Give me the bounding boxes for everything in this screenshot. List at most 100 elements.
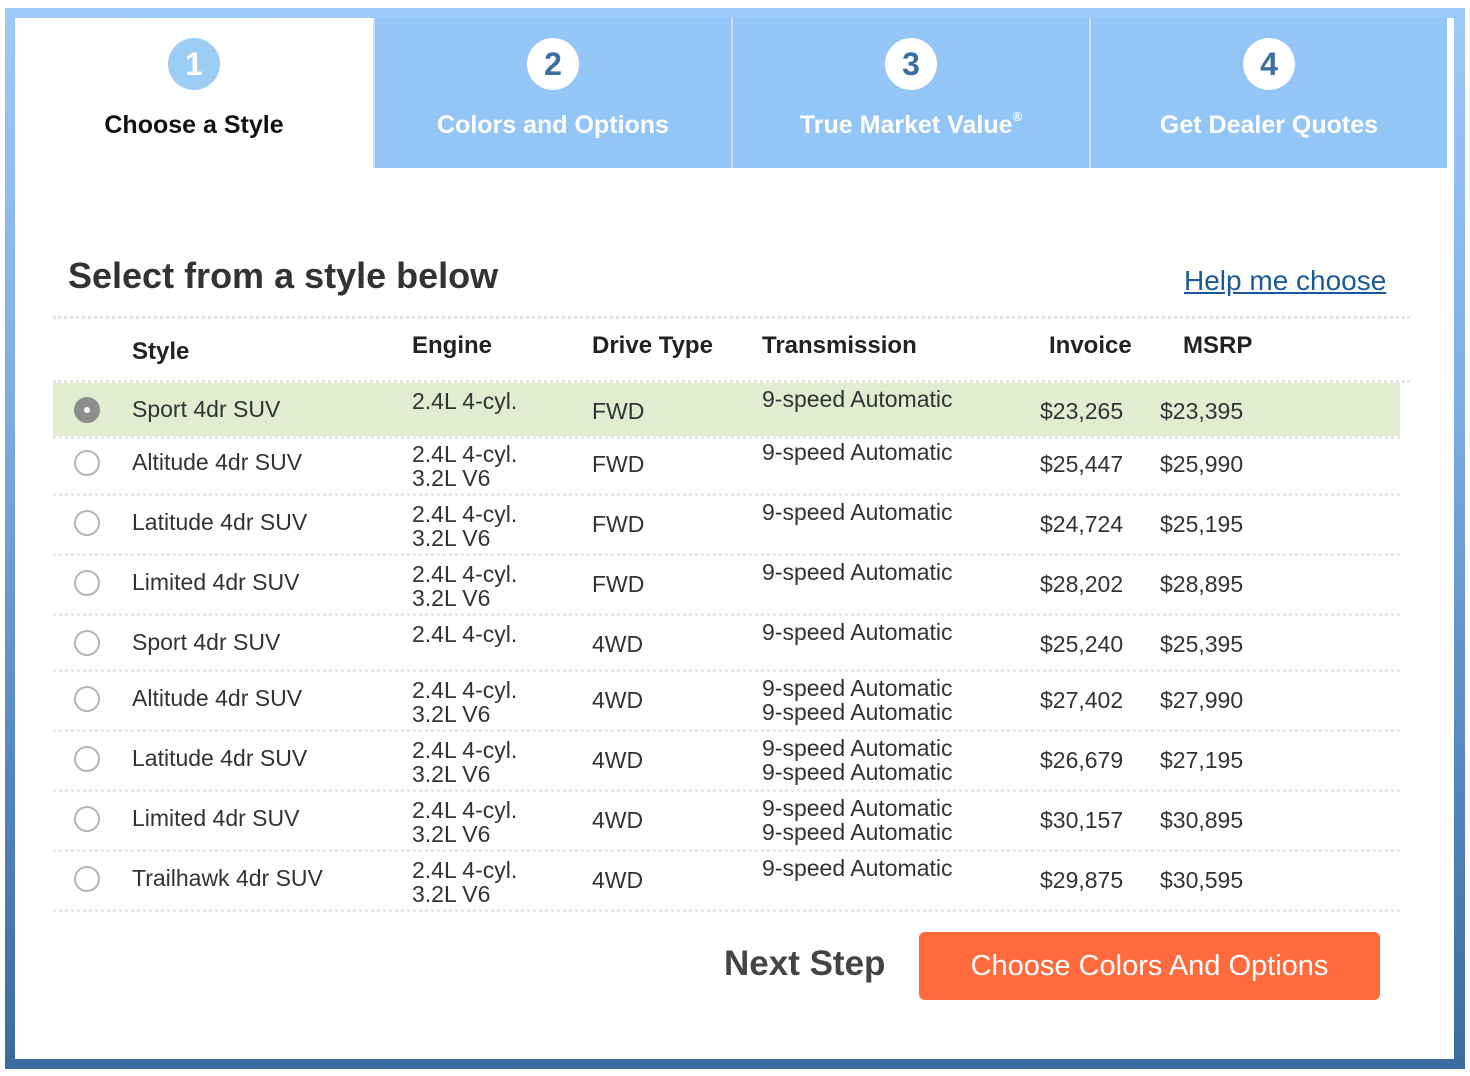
engine-cell: 2.4L 4-cyl. 3.2L V6 [412, 858, 517, 906]
registered-mark: ® [1012, 109, 1023, 124]
style-radio[interactable] [74, 397, 100, 423]
engine-cell: 2.4L 4-cyl. 3.2L V6 [412, 798, 517, 846]
table-row[interactable]: Sport 4dr SUV 2.4L 4-cyl. FWD 9-speed Autom… [53, 383, 1400, 439]
transmission-cell: 9-speed Automatic [762, 856, 953, 880]
msrp-price: $23,395 [1160, 398, 1244, 424]
step-label: Get Dealer Quotes [1159, 111, 1379, 139]
engine-cell: 2.4L 4-cyl. [412, 389, 517, 413]
engine-cell: 2.4L 4-cyl. 3.2L V6 [412, 502, 517, 550]
style-name: Sport 4dr SUV [132, 396, 281, 422]
engine-option: 3.2L V6 [412, 881, 491, 907]
drive-type: FWD [592, 451, 645, 477]
transmission-cell: 9-speed Automatic 9-speed Automatic [762, 796, 953, 844]
transmission-option: 9-speed Automatic [762, 735, 953, 761]
engine-cell: 2.4L 4-cyl. 3.2L V6 [412, 562, 517, 610]
style-name: Latitude 4dr SUV [132, 745, 308, 771]
msrp-price: $27,195 [1160, 747, 1244, 773]
column-header-style: Style [132, 338, 190, 365]
drive-type: 4WD [592, 807, 644, 833]
engine-cell: 2.4L 4-cyl. 3.2L V6 [412, 442, 517, 490]
msrp-price: $25,395 [1160, 631, 1244, 657]
row-divider [53, 909, 1400, 912]
step-tab-dealer-quotes[interactable]: 4 Get Dealer Quotes [1089, 18, 1447, 168]
invoice-price: $26,679 [1040, 747, 1124, 773]
help-me-choose-link[interactable]: Help me choose [1184, 265, 1386, 297]
style-radio[interactable] [74, 570, 100, 596]
style-radio[interactable] [74, 510, 100, 536]
column-header-msrp: MSRP [1183, 332, 1253, 359]
style-name: Sport 4dr SUV [132, 629, 281, 655]
transmission-cell: 9-speed Automatic [762, 500, 953, 524]
transmission-cell: 9-speed Automatic 9-speed Automatic [762, 736, 953, 784]
invoice-price: $25,240 [1040, 631, 1124, 657]
choose-colors-options-button[interactable]: Choose Colors And Options [919, 932, 1380, 1000]
transmission-cell: 9-speed Automatic 9-speed Automatic [762, 676, 953, 724]
style-radio[interactable] [74, 630, 100, 656]
style-name: Altitude 4dr SUV [132, 449, 303, 475]
engine-cell: 2.4L 4-cyl. 3.2L V6 [412, 678, 517, 726]
style-name: Trailhawk 4dr SUV [132, 865, 323, 891]
step-number-badge: 4 [1243, 38, 1295, 90]
engine-option: 2.4L 4-cyl. [412, 857, 518, 883]
table-row[interactable]: Trailhawk 4dr SUV 2.4L 4-cyl. 3.2L V6 4WD 9-… [53, 852, 1400, 912]
transmission-option: 9-speed Automatic [762, 559, 953, 585]
engine-option: 2.4L 4-cyl. [412, 441, 518, 467]
invoice-price: $25,447 [1040, 451, 1124, 477]
style-radio[interactable] [74, 746, 100, 772]
step-label: Colors and Options [437, 111, 669, 139]
engine-option: 2.4L 4-cyl. [412, 737, 518, 763]
drive-type: 4WD [592, 631, 644, 657]
step-tab-choose-style[interactable]: 1 Choose a Style [15, 18, 373, 168]
msrp-price: $30,895 [1160, 807, 1244, 833]
step-tab-colors-options[interactable]: 2 Colors and Options [373, 18, 731, 168]
engine-option: 2.4L 4-cyl. [412, 677, 518, 703]
table-row[interactable]: Altitude 4dr SUV 2.4L 4-cyl. 3.2L V6 FWD 9-s… [53, 436, 1400, 496]
transmission-cell: 9-speed Automatic [762, 387, 953, 411]
step-label: True Market Value® [799, 109, 1023, 139]
engine-option: 3.2L V6 [412, 701, 491, 727]
engine-option: 2.4L 4-cyl. [412, 388, 518, 414]
drive-type: 4WD [592, 747, 644, 773]
transmission-option: 9-speed Automatic [762, 795, 953, 821]
invoice-price: $30,157 [1040, 807, 1124, 833]
msrp-price: $30,595 [1160, 867, 1244, 893]
style-name: Limited 4dr SUV [132, 569, 300, 595]
transmission-cell: 9-speed Automatic [762, 620, 953, 644]
style-radio[interactable] [74, 866, 100, 892]
engine-option: 2.4L 4-cyl. [412, 501, 518, 527]
style-radio[interactable] [74, 686, 100, 712]
drive-type: 4WD [592, 687, 644, 713]
table-row[interactable]: Latitude 4dr SUV 2.4L 4-cyl. 3.2L V6 FWD 9-s… [53, 496, 1400, 556]
style-radio[interactable] [74, 450, 100, 476]
column-header-transmission: Transmission [762, 332, 917, 359]
engine-option: 3.2L V6 [412, 585, 491, 611]
engine-option: 3.2L V6 [412, 821, 491, 847]
style-radio[interactable] [74, 806, 100, 832]
table-row[interactable]: Latitude 4dr SUV 2.4L 4-cyl. 3.2L V6 4WD 9-s… [53, 732, 1400, 792]
table-row[interactable]: Sport 4dr SUV 2.4L 4-cyl. 4WD 9-speed Autom… [53, 616, 1400, 672]
transmission-option: 9-speed Automatic [762, 386, 953, 412]
divider [53, 316, 1410, 319]
table-row[interactable]: Altitude 4dr SUV 2.4L 4-cyl. 3.2L V6 4WD 9-s… [53, 672, 1400, 732]
transmission-option: 9-speed Automatic [762, 759, 953, 785]
column-header-invoice: Invoice [1049, 332, 1132, 359]
step-number-badge: 3 [885, 38, 937, 90]
transmission-option: 9-speed Automatic [762, 499, 953, 525]
invoice-price: $24,724 [1040, 511, 1124, 537]
step-tab-true-market-value[interactable]: 3 True Market Value® [731, 18, 1089, 168]
next-step-label: Next Step [724, 944, 886, 983]
style-name: Limited 4dr SUV [132, 805, 300, 831]
drive-type: FWD [592, 511, 645, 537]
engine-option: 3.2L V6 [412, 465, 491, 491]
transmission-option: 9-speed Automatic [762, 439, 953, 465]
page-title: Select from a style below [68, 255, 499, 296]
style-name: Altitude 4dr SUV [132, 685, 303, 711]
transmission-option: 9-speed Automatic [762, 619, 953, 645]
table-row[interactable]: Limited 4dr SUV 2.4L 4-cyl. 3.2L V6 4WD 9-sp… [53, 792, 1400, 852]
column-header-engine: Engine [412, 332, 493, 359]
table-row[interactable]: Limited 4dr SUV 2.4L 4-cyl. 3.2L V6 FWD 9-sp… [53, 556, 1400, 616]
drive-type: 4WD [592, 867, 644, 893]
transmission-cell: 9-speed Automatic [762, 560, 953, 584]
invoice-price: $28,202 [1040, 571, 1124, 597]
step-label: Choose a Style [104, 111, 284, 139]
